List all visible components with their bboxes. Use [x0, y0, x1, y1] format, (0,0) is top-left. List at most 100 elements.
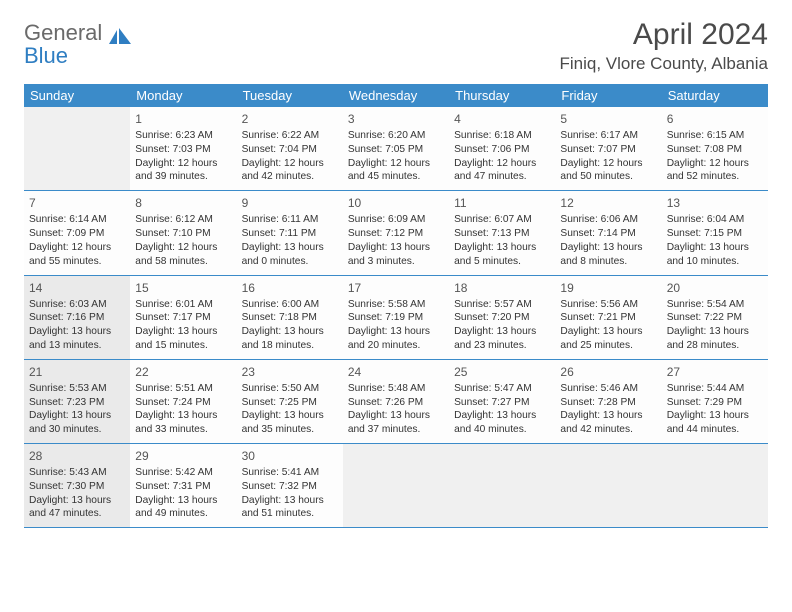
daylight1-text: Daylight: 13 hours [348, 409, 444, 423]
day-number: 10 [348, 195, 444, 211]
sunrise-text: Sunrise: 6:04 AM [667, 213, 763, 227]
sunset-text: Sunset: 7:21 PM [560, 311, 656, 325]
week-row: 7Sunrise: 6:14 AMSunset: 7:09 PMDaylight… [24, 191, 768, 275]
day-number: 15 [135, 280, 231, 296]
day-cell: 28Sunrise: 5:43 AMSunset: 7:30 PMDayligh… [24, 444, 130, 527]
day-cell: 21Sunrise: 5:53 AMSunset: 7:23 PMDayligh… [24, 360, 130, 443]
day-number: 27 [667, 364, 763, 380]
brand-part2: Blue [24, 43, 68, 68]
day-cell [449, 444, 555, 527]
daylight2-text: and 33 minutes. [135, 423, 231, 437]
sunrise-text: Sunrise: 5:47 AM [454, 382, 550, 396]
day-number: 3 [348, 111, 444, 127]
daylight2-text: and 30 minutes. [29, 423, 125, 437]
day-number: 1 [135, 111, 231, 127]
day-number: 17 [348, 280, 444, 296]
day-cell: 7Sunrise: 6:14 AMSunset: 7:09 PMDaylight… [24, 191, 130, 274]
sunrise-text: Sunrise: 5:57 AM [454, 298, 550, 312]
sunset-text: Sunset: 7:04 PM [242, 143, 338, 157]
sail-icon [109, 28, 133, 46]
daylight2-text: and 55 minutes. [29, 255, 125, 269]
sunrise-text: Sunrise: 5:51 AM [135, 382, 231, 396]
daylight2-text: and 45 minutes. [348, 170, 444, 184]
sunset-text: Sunset: 7:29 PM [667, 396, 763, 410]
daylight1-text: Daylight: 13 hours [135, 409, 231, 423]
sunset-text: Sunset: 7:32 PM [242, 480, 338, 494]
sunset-text: Sunset: 7:16 PM [29, 311, 125, 325]
sunrise-text: Sunrise: 6:14 AM [29, 213, 125, 227]
day-cell: 10Sunrise: 6:09 AMSunset: 7:12 PMDayligh… [343, 191, 449, 274]
day-cell: 20Sunrise: 5:54 AMSunset: 7:22 PMDayligh… [662, 276, 768, 359]
daylight1-text: Daylight: 12 hours [348, 157, 444, 171]
daylight2-text: and 0 minutes. [242, 255, 338, 269]
day-cell: 1Sunrise: 6:23 AMSunset: 7:03 PMDaylight… [130, 107, 236, 190]
sunrise-text: Sunrise: 5:41 AM [242, 466, 338, 480]
sunset-text: Sunset: 7:28 PM [560, 396, 656, 410]
daylight1-text: Daylight: 12 hours [560, 157, 656, 171]
sunrise-text: Sunrise: 6:00 AM [242, 298, 338, 312]
weekday-header-row: Sunday Monday Tuesday Wednesday Thursday… [24, 84, 768, 107]
daylight1-text: Daylight: 13 hours [560, 325, 656, 339]
daylight2-text: and 20 minutes. [348, 339, 444, 353]
header: General Blue April 2024 Finiq, Vlore Cou… [24, 18, 768, 74]
sunset-text: Sunset: 7:10 PM [135, 227, 231, 241]
day-number: 14 [29, 280, 125, 296]
day-cell: 4Sunrise: 6:18 AMSunset: 7:06 PMDaylight… [449, 107, 555, 190]
sunset-text: Sunset: 7:18 PM [242, 311, 338, 325]
daylight2-text: and 5 minutes. [454, 255, 550, 269]
day-number: 2 [242, 111, 338, 127]
day-number: 6 [667, 111, 763, 127]
sunrise-text: Sunrise: 5:46 AM [560, 382, 656, 396]
title-block: April 2024 Finiq, Vlore County, Albania [559, 18, 768, 74]
day-number: 5 [560, 111, 656, 127]
sunset-text: Sunset: 7:26 PM [348, 396, 444, 410]
daylight1-text: Daylight: 13 hours [560, 409, 656, 423]
weekday-header: Wednesday [343, 84, 449, 107]
daylight2-text: and 39 minutes. [135, 170, 231, 184]
day-number: 4 [454, 111, 550, 127]
weekday-header: Friday [555, 84, 661, 107]
weeks-container: 1Sunrise: 6:23 AMSunset: 7:03 PMDaylight… [24, 107, 768, 528]
daylight1-text: Daylight: 13 hours [135, 325, 231, 339]
daylight2-text: and 42 minutes. [560, 423, 656, 437]
daylight1-text: Daylight: 13 hours [454, 325, 550, 339]
day-cell: 29Sunrise: 5:42 AMSunset: 7:31 PMDayligh… [130, 444, 236, 527]
sunset-text: Sunset: 7:25 PM [242, 396, 338, 410]
daylight2-text: and 18 minutes. [242, 339, 338, 353]
day-cell [24, 107, 130, 190]
sunset-text: Sunset: 7:19 PM [348, 311, 444, 325]
week-row: 1Sunrise: 6:23 AMSunset: 7:03 PMDaylight… [24, 107, 768, 191]
day-cell [662, 444, 768, 527]
sunset-text: Sunset: 7:20 PM [454, 311, 550, 325]
sunset-text: Sunset: 7:03 PM [135, 143, 231, 157]
day-cell: 25Sunrise: 5:47 AMSunset: 7:27 PMDayligh… [449, 360, 555, 443]
daylight1-text: Daylight: 13 hours [348, 325, 444, 339]
day-cell: 30Sunrise: 5:41 AMSunset: 7:32 PMDayligh… [237, 444, 343, 527]
weekday-header: Sunday [24, 84, 130, 107]
daylight1-text: Daylight: 13 hours [454, 241, 550, 255]
brand-logo: General Blue [24, 22, 133, 68]
daylight2-text: and 42 minutes. [242, 170, 338, 184]
sunset-text: Sunset: 7:15 PM [667, 227, 763, 241]
day-cell: 12Sunrise: 6:06 AMSunset: 7:14 PMDayligh… [555, 191, 661, 274]
day-number: 7 [29, 195, 125, 211]
day-number: 30 [242, 448, 338, 464]
daylight1-text: Daylight: 13 hours [454, 409, 550, 423]
daylight2-text: and 37 minutes. [348, 423, 444, 437]
sunrise-text: Sunrise: 5:56 AM [560, 298, 656, 312]
sunrise-text: Sunrise: 5:53 AM [29, 382, 125, 396]
week-row: 28Sunrise: 5:43 AMSunset: 7:30 PMDayligh… [24, 444, 768, 528]
sunrise-text: Sunrise: 6:18 AM [454, 129, 550, 143]
sunrise-text: Sunrise: 5:42 AM [135, 466, 231, 480]
day-number: 22 [135, 364, 231, 380]
daylight1-text: Daylight: 13 hours [29, 325, 125, 339]
sunrise-text: Sunrise: 5:48 AM [348, 382, 444, 396]
daylight1-text: Daylight: 12 hours [135, 157, 231, 171]
day-number: 18 [454, 280, 550, 296]
day-cell: 15Sunrise: 6:01 AMSunset: 7:17 PMDayligh… [130, 276, 236, 359]
sunset-text: Sunset: 7:24 PM [135, 396, 231, 410]
daylight2-text: and 8 minutes. [560, 255, 656, 269]
day-cell [555, 444, 661, 527]
daylight2-text: and 10 minutes. [667, 255, 763, 269]
sunrise-text: Sunrise: 5:43 AM [29, 466, 125, 480]
